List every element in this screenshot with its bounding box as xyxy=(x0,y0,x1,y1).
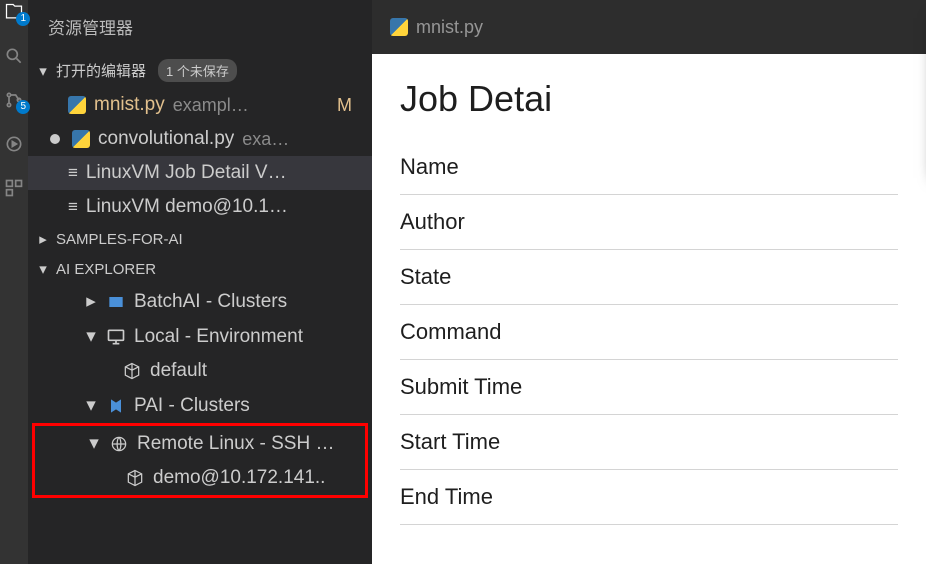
tree-label: default xyxy=(150,360,207,382)
job-detail-content: Job Detai Name Author State Command Subm… xyxy=(372,54,926,549)
detail-row-name: Name xyxy=(400,140,898,195)
ai-explorer-section-header[interactable]: ▾ AI EXPLORER xyxy=(28,254,372,284)
open-editors-header[interactable]: ▾ 打开的编辑器 1 个未保存 xyxy=(28,53,372,88)
chevron-right-icon: ▸ xyxy=(84,290,98,313)
open-editor-linuxvm-demo[interactable]: ≡ LinuxVM demo@10.1… xyxy=(28,190,372,224)
globe-icon xyxy=(109,434,129,454)
samples-section-header[interactable]: ▸ SAMPLES-FOR-AI xyxy=(28,224,372,254)
tree-item-batchai[interactable]: ▸ BatchAI - Clusters xyxy=(28,284,372,319)
chevron-right-icon: ▸ xyxy=(36,230,50,248)
editor-desc: exampl… xyxy=(173,95,249,116)
unsaved-dot-icon xyxy=(50,134,60,144)
tree-label: demo@10.172.141.. xyxy=(153,467,325,489)
samples-label: SAMPLES-FOR-AI xyxy=(56,231,183,248)
detail-row-command: Command xyxy=(400,305,898,360)
python-icon xyxy=(72,130,90,148)
tree-label: BatchAI - Clusters xyxy=(134,291,287,313)
tree-label: Local - Environment xyxy=(134,326,303,348)
open-editors-label: 打开的编辑器 xyxy=(56,60,146,81)
ai-explorer-label: AI EXPLORER xyxy=(56,261,156,278)
editor-filename: convolutional.py xyxy=(98,128,234,150)
python-icon xyxy=(390,18,408,36)
tree-label: Remote Linux - SSH … xyxy=(137,433,334,455)
extensions-icon[interactable] xyxy=(4,178,24,198)
tree-item-pai[interactable]: ▾ PAI - Clusters xyxy=(28,388,372,423)
tree-item-remote-linux[interactable]: ▾ Remote Linux - SSH … xyxy=(35,426,365,461)
editor-filename: LinuxVM Job Detail V… xyxy=(86,162,287,184)
chevron-down-icon: ▾ xyxy=(36,62,50,80)
chevron-down-icon: ▾ xyxy=(36,260,50,278)
detail-row-author: Author xyxy=(400,195,898,250)
search-icon[interactable] xyxy=(4,46,24,66)
sidebar: 资源管理器 ▾ 打开的编辑器 1 个未保存 mnist.py exampl… M… xyxy=(28,0,372,564)
pai-icon xyxy=(106,396,126,416)
tree-label: PAI - Clusters xyxy=(134,395,250,417)
open-editor-mnist[interactable]: mnist.py exampl… M xyxy=(28,88,372,122)
chevron-down-icon: ▾ xyxy=(87,432,101,455)
page-title: Job Detai xyxy=(400,78,898,120)
monitor-icon xyxy=(106,327,126,347)
batchai-icon xyxy=(106,292,126,312)
open-editor-convolutional[interactable]: convolutional.py exa… xyxy=(28,122,372,156)
editor-filename: LinuxVM demo@10.1… xyxy=(86,196,288,218)
explorer-icon[interactable]: 1 xyxy=(4,2,24,22)
document-lines-icon: ≡ xyxy=(68,163,78,183)
tree-item-demo-host[interactable]: demo@10.172.141.. xyxy=(35,461,365,495)
detail-row-state: State xyxy=(400,250,898,305)
tree-item-default[interactable]: default xyxy=(28,354,372,388)
debug-icon[interactable] xyxy=(4,134,24,154)
tab-bar: mnist.py xyxy=(372,0,926,54)
sidebar-title: 资源管理器 xyxy=(28,0,372,53)
main-area: mnist.py Home Directory Job Output Direc… xyxy=(372,0,926,564)
chevron-down-icon: ▾ xyxy=(84,325,98,348)
document-lines-icon: ≡ xyxy=(68,197,78,217)
cube-icon xyxy=(125,468,145,488)
chevron-down-icon: ▾ xyxy=(84,394,98,417)
scm-badge: 5 xyxy=(16,100,30,114)
tree-item-local-environment[interactable]: ▾ Local - Environment xyxy=(28,319,372,354)
editor-desc: exa… xyxy=(242,129,289,150)
activity-bar: 1 5 xyxy=(0,0,28,564)
detail-row-submit-time: Submit Time xyxy=(400,360,898,415)
detail-row-start-time: Start Time xyxy=(400,415,898,470)
open-editor-job-detail[interactable]: ≡ LinuxVM Job Detail V… xyxy=(28,156,372,190)
cube-icon xyxy=(122,361,142,381)
tab-label: mnist.py xyxy=(416,17,483,38)
editor-filename: mnist.py xyxy=(94,94,165,116)
scm-icon[interactable]: 5 xyxy=(4,90,24,110)
explorer-badge: 1 xyxy=(16,12,30,26)
python-icon xyxy=(68,96,86,114)
detail-row-end-time: End Time xyxy=(400,470,898,525)
highlight-remote-linux: ▾ Remote Linux - SSH … demo@10.172.141.. xyxy=(32,423,368,498)
tab-mnist[interactable]: mnist.py xyxy=(372,0,501,54)
modified-badge: M xyxy=(331,95,352,116)
unsaved-badge: 1 个未保存 xyxy=(158,59,237,82)
